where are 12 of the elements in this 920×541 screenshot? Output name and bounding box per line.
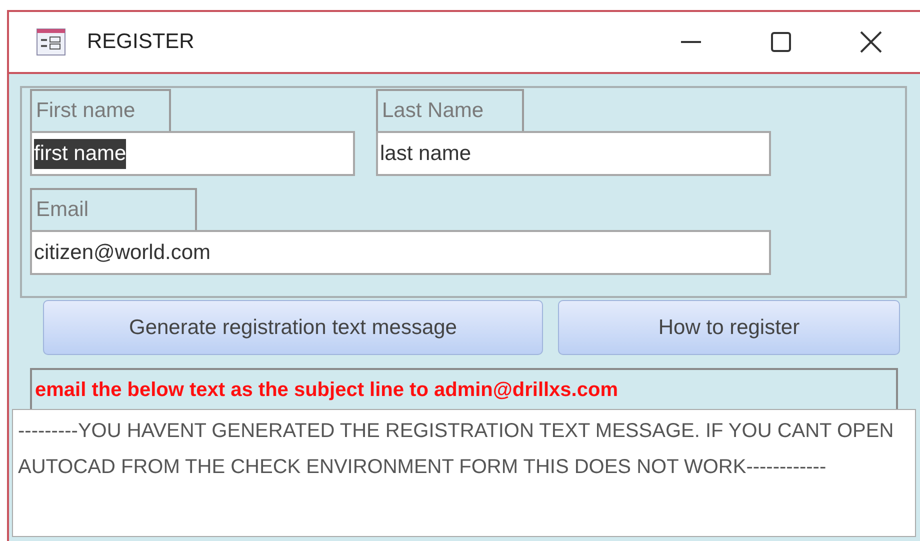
message-box: ---------YOU HAVENT GENERATED THE REGISTRATION TEXT MESSAGE. IF YOU CANT OPEN AUTOCAD FROM THE CHECK ENVIRONMENT FORM THIS DOES NOT WORK------------	[12, 409, 916, 537]
window-title: REGISTER	[87, 29, 194, 56]
maximize-icon	[771, 32, 791, 52]
text-field[interactable]: last name	[376, 131, 771, 176]
action-button[interactable]: How to register	[558, 300, 900, 355]
instruction-text: email the below text as the subject line to admin@drillxs.com	[35, 378, 618, 402]
text-field[interactable]: citizen@world.com	[30, 230, 771, 275]
text-field[interactable]: first name	[30, 131, 355, 176]
action-button[interactable]: Generate registration text message	[43, 300, 543, 355]
close-icon	[860, 31, 882, 53]
form-icon	[36, 27, 66, 57]
minimize-icon	[681, 41, 701, 43]
